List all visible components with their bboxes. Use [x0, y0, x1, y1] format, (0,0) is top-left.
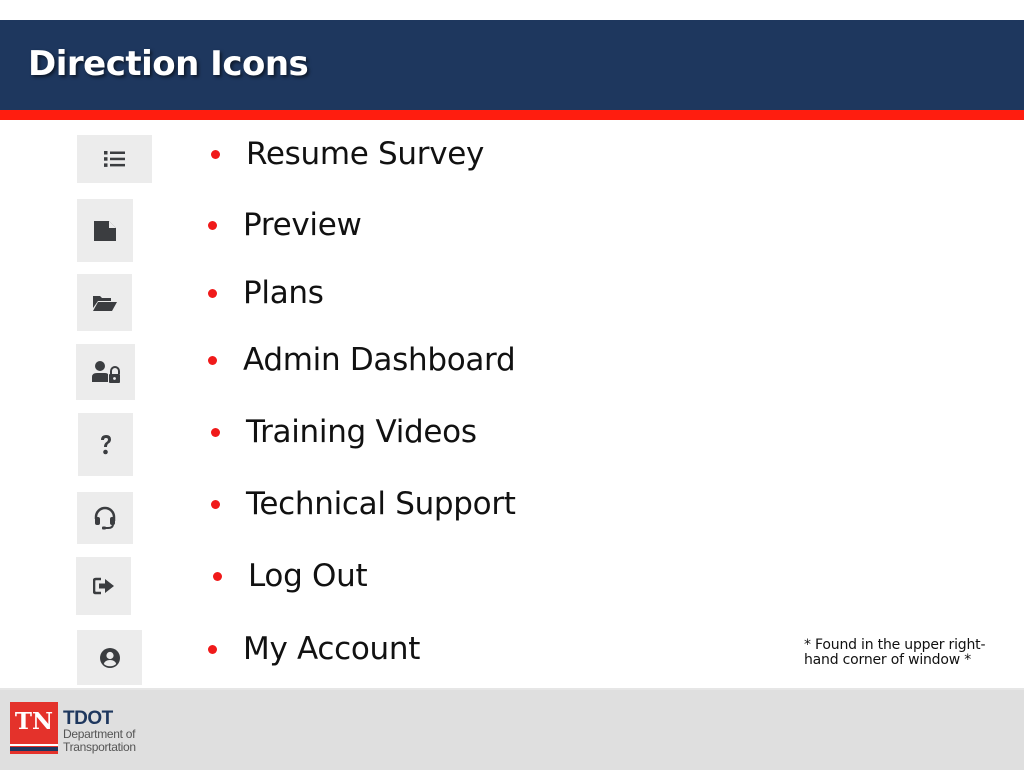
item-label: Log Out	[248, 558, 368, 594]
location-note: * Found in the upper right-hand corner o…	[804, 637, 986, 668]
bullet-dot	[213, 571, 222, 581]
tdot-wordmark: TDOT Department of Transportation	[63, 708, 136, 754]
item-label: Preview	[243, 207, 362, 243]
footer: TN TDOT Department of Transportation	[0, 688, 1024, 770]
admin-dashboard-icon-box	[76, 344, 135, 400]
question-icon	[100, 434, 111, 454]
headset-icon	[94, 506, 116, 530]
user-lock-icon	[91, 361, 120, 383]
list-item-technical-support: Technical Support	[211, 486, 516, 522]
list-item-training-videos: Training Videos	[211, 414, 477, 450]
tdot-brand: TDOT	[63, 708, 113, 729]
list-icon	[103, 151, 125, 167]
sign-out-icon	[92, 577, 114, 595]
title-bar: Direction Icons	[0, 20, 1024, 110]
folder-open-icon	[92, 295, 117, 311]
tn-logo-mark: TN	[14, 708, 54, 735]
list-item-resume-survey: Resume Survey	[211, 136, 484, 172]
bullet-dot	[211, 427, 220, 437]
item-label: Resume Survey	[246, 136, 485, 172]
bullet-dot	[208, 220, 217, 230]
list-item-admin-dashboard: Admin Dashboard	[208, 342, 516, 378]
bullet-dot	[208, 288, 217, 298]
user-circle-icon	[99, 647, 120, 668]
technical-support-icon-box	[77, 492, 133, 544]
bullet-dot	[208, 644, 217, 654]
item-label: Admin Dashboard	[243, 342, 516, 378]
list-item-preview: Preview	[208, 207, 362, 243]
item-label: Plans	[243, 275, 324, 311]
item-label: My Account	[243, 631, 421, 667]
my-account-icon-box	[77, 630, 142, 685]
training-videos-icon-box	[78, 413, 133, 476]
list-item-plans: Plans	[208, 275, 324, 311]
logo-stripe	[10, 744, 58, 746]
logo-stripe	[10, 747, 58, 751]
bullet-dot	[211, 499, 220, 509]
bullet-dot	[208, 355, 217, 365]
file-icon	[94, 220, 116, 241]
slide-title: Direction Icons	[28, 44, 309, 84]
log-out-icon-box	[76, 557, 131, 615]
accent-rule	[0, 110, 1024, 120]
resume-survey-icon-box	[77, 135, 152, 183]
dept-line-2: Transportation	[63, 740, 136, 754]
plans-icon-box	[77, 274, 132, 331]
item-label: Technical Support	[246, 486, 516, 522]
list-item-log-out: Log Out	[213, 558, 368, 594]
tn-logo: TN	[10, 702, 58, 754]
bullet-dot	[211, 149, 220, 159]
list-item-my-account: My Account	[208, 631, 420, 667]
preview-icon-box	[77, 199, 133, 262]
item-label: Training Videos	[246, 414, 477, 450]
